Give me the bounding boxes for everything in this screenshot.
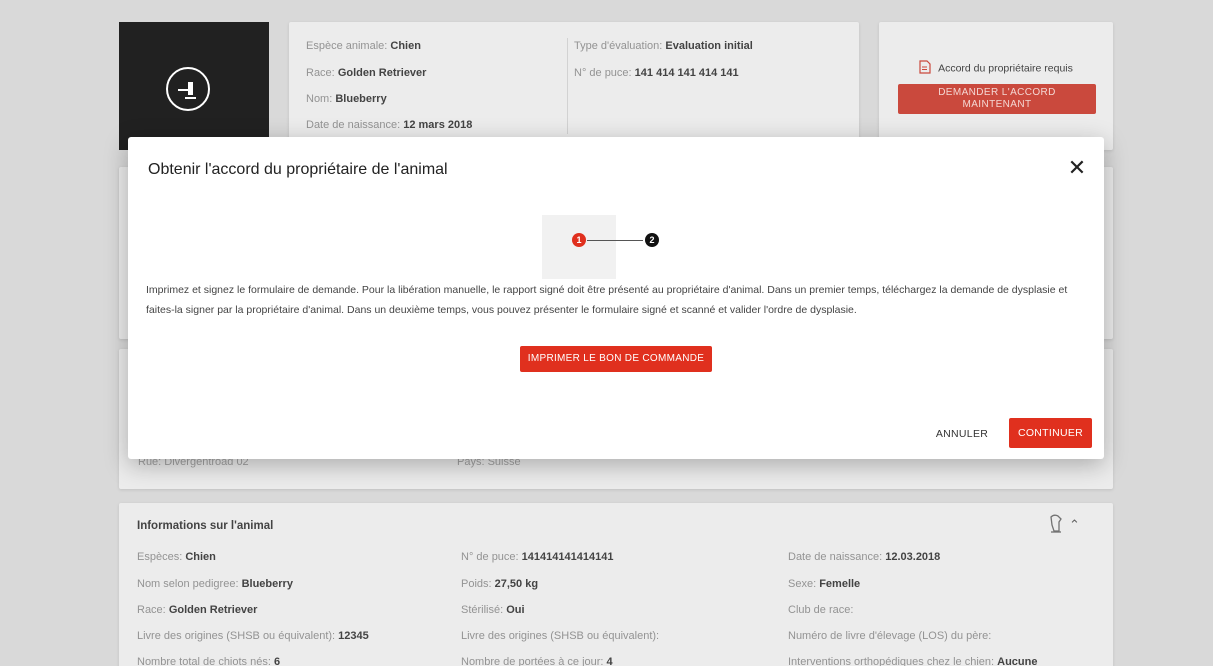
stepper [542, 215, 616, 279]
print-order-button[interactable]: IMPRIMER LE BON DE COMMANDE [520, 346, 712, 372]
owner-consent-dialog: Obtenir l'accord du propriétaire de l'an… [128, 137, 1104, 459]
instructions-text: Imprimez et signez le formulaire de dema… [146, 284, 1068, 316]
stepper-connector [587, 240, 643, 241]
close-icon[interactable]: ✕ [1064, 155, 1090, 181]
step-2[interactable]: 2 [645, 233, 659, 247]
dialog-title: Obtenir l'accord du propriétaire de l'an… [148, 161, 448, 178]
cancel-button[interactable]: ANNULER [932, 421, 992, 447]
continue-button[interactable]: CONTINUER [1009, 418, 1092, 448]
step-1[interactable]: 1 [572, 233, 586, 247]
